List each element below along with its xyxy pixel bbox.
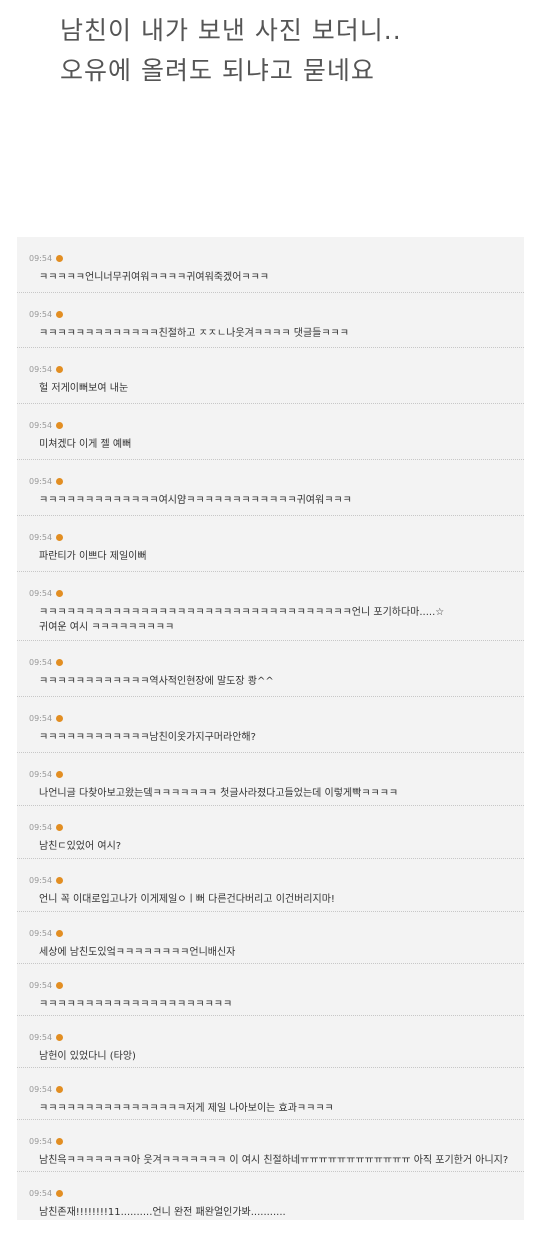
- comment-badge-icon: [56, 770, 64, 778]
- comment-badge-icon: [56, 981, 64, 989]
- comment-text: 남친윽ㅋㅋㅋㅋㅋㅋㅋ아 웃겨ㅋㅋㅋㅋㅋㅋㅋ 이 여시 친절하네ㅠㅠㅠㅠㅠㅠㅠㅠㅠ…: [39, 1155, 509, 1166]
- comment-text: 나언니글 다찾아보고왔는뎈ㅋㅋㅋㅋㅋㅋㅋ 첫글사라졌다고들었는데 이렇게빡ㅋㅋㅋ…: [39, 788, 399, 799]
- comment-timestamp: 09:54: [29, 822, 53, 832]
- comment-meta: 09:54: [29, 419, 64, 431]
- comment-item: 09:54 언니 꼭 이대로입고나가 이게제일ㅇㅣ뻐 다른건다버리고 이건버리지마…: [17, 859, 524, 912]
- post-title-line-2: 오유에 올려도 되냐고 묻네요: [60, 56, 375, 85]
- comment-timestamp: 09:54: [29, 1084, 53, 1094]
- comment-text: 남친ㄷ있었어 여시?: [39, 841, 122, 852]
- comment-item: 09:54 남헌이 있었다니 (타앙): [17, 1016, 524, 1068]
- comment-timestamp: 09:54: [29, 980, 53, 990]
- comment-timestamp: 09:54: [29, 928, 53, 938]
- post-title-line-1: 남친이 내가 보낸 사진 보더니..: [60, 16, 402, 45]
- comment-meta: 09:54: [29, 927, 64, 939]
- comment-item: 09:54 나언니글 다찾아보고왔는뎈ㅋㅋㅋㅋㅋㅋㅋ 첫글사라졌다고들었는데 이렇…: [17, 753, 524, 806]
- comment-timestamp: 09:54: [29, 253, 53, 263]
- comment-meta: 09:54: [29, 1083, 64, 1095]
- comment-badge-icon: [56, 533, 64, 541]
- comment-text: ㅋㅋㅋㅋㅋㅋㅋㅋㅋㅋㅋㅋ남친이옷가지구머라안해?: [39, 732, 256, 743]
- comment-badge-icon: [56, 714, 64, 722]
- comment-text: ㅋㅋㅋㅋㅋㅋㅋㅋㅋㅋㅋㅋ역사적인현장에 말도장 쾅^^: [39, 676, 274, 687]
- comment-meta: 09:54: [29, 1135, 64, 1147]
- comment-text: 언니 꼭 이대로입고나가 이게제일ㅇㅣ뻐 다른건다버리고 이건버리지마!: [39, 894, 335, 905]
- comment-badge-icon: [56, 254, 64, 262]
- comment-item: 09:54 ㅋㅋㅋㅋㅋㅋㅋㅋㅋㅋㅋㅋㅋㅋㅋㅋㅋㅋㅋㅋㅋㅋㅋㅋㅋㅋㅋㅋㅋㅋㅋㅋㅋㅋ언…: [17, 572, 524, 641]
- comment-list: 09:54 ㅋㅋㅋㅋㅋ언니너무귀여워ㅋㅋㅋㅋ귀여워죽겠어ㅋㅋㅋ 09:54 ㅋㅋㅋㅋㅋ…: [17, 237, 524, 1220]
- comment-text: 남친존재!!!!!!!!11..........언니 완전 패완얼인가봐....…: [39, 1207, 286, 1218]
- comment-item: 09:54 ㅋㅋㅋㅋㅋㅋㅋㅋㅋㅋㅋㅋㅋㅋㅋㅋㅋㅋㅋㅋㅋ: [17, 964, 524, 1016]
- comment-item: 09:54 ㅋㅋㅋㅋㅋㅋㅋㅋㅋㅋㅋㅋ역사적인현장에 말도장 쾅^^: [17, 641, 524, 697]
- comment-badge-icon: [56, 1137, 64, 1145]
- comment-timestamp: 09:54: [29, 532, 53, 542]
- comment-timestamp: 09:54: [29, 420, 53, 430]
- comment-item: 09:54 파란티가 이쁘다 제일이뻐: [17, 516, 524, 572]
- comment-text: ㅋㅋㅋㅋㅋㅋㅋㅋㅋㅋㅋㅋㅋㅋㅋㅋㅋㅋㅋㅋㅋ: [39, 999, 233, 1010]
- comment-meta: 09:54: [29, 1187, 64, 1199]
- comment-badge-icon: [56, 1085, 64, 1093]
- comment-meta: 09:54: [29, 768, 64, 780]
- comment-text: ㅋㅋㅋㅋㅋㅋㅋㅋㅋㅋㅋㅋㅋㅋㅋㅋㅋㅋㅋㅋㅋㅋㅋㅋㅋㅋㅋㅋㅋㅋㅋㅋㅋㅋ언니 포기하…: [39, 607, 445, 633]
- comment-meta: 09:54: [29, 475, 64, 487]
- comment-item: 09:54 ㅋㅋㅋㅋㅋㅋㅋㅋㅋㅋㅋㅋ남친이옷가지구머라안해?: [17, 697, 524, 753]
- comment-item: 09:54 미쳐겠다 이게 젤 예뻐: [17, 404, 524, 460]
- comment-meta: 09:54: [29, 874, 64, 886]
- comment-item: 09:54 남친ㄷ있었어 여시?: [17, 806, 524, 859]
- comment-timestamp: 09:54: [29, 875, 53, 885]
- comment-text: 파란티가 이쁘다 제일이뻐: [39, 551, 147, 562]
- comment-text: ㅋㅋㅋㅋㅋ언니너무귀여워ㅋㅋㅋㅋ귀여워죽겠어ㅋㅋㅋ: [39, 272, 269, 283]
- comment-meta: 09:54: [29, 363, 64, 375]
- comment-item: 09:54 세상에 남친도있엌ㅋㅋㅋㅋㅋㅋㅋㅋ언니배신자: [17, 912, 524, 964]
- comment-meta: 09:54: [29, 587, 64, 599]
- comment-badge-icon: [56, 1033, 64, 1041]
- comment-item: 09:54 헐 저게이뻐보여 내눈: [17, 348, 524, 404]
- comment-badge-icon: [56, 876, 64, 884]
- comment-meta: 09:54: [29, 656, 64, 668]
- comment-meta: 09:54: [29, 531, 64, 543]
- comment-timestamp: 09:54: [29, 1032, 53, 1042]
- comment-meta: 09:54: [29, 308, 64, 320]
- comment-meta: 09:54: [29, 712, 64, 724]
- comment-timestamp: 09:54: [29, 476, 53, 486]
- post-header: 남친이 내가 보낸 사진 보더니.. 오유에 올려도 되냐고 묻네요: [0, 0, 540, 200]
- comment-timestamp: 09:54: [29, 364, 53, 374]
- comment-badge-icon: [56, 477, 64, 485]
- comment-text: 남헌이 있었다니 (타앙): [39, 1051, 136, 1062]
- comment-meta: 09:54: [29, 252, 64, 264]
- comment-meta: 09:54: [29, 821, 64, 833]
- comment-timestamp: 09:54: [29, 309, 53, 319]
- comment-item: 09:54 ㅋㅋㅋㅋㅋㅋㅋㅋㅋㅋㅋㅋㅋ여시얌ㅋㅋㅋㅋㅋㅋㅋㅋㅋㅋㅋㅋ귀여워ㅋㅋㅋ: [17, 460, 524, 516]
- comment-timestamp: 09:54: [29, 1136, 53, 1146]
- comment-text: 세상에 남친도있엌ㅋㅋㅋㅋㅋㅋㅋㅋ언니배신자: [39, 947, 236, 958]
- comment-text: 미쳐겠다 이게 젤 예뻐: [39, 439, 132, 450]
- comment-meta: 09:54: [29, 979, 64, 991]
- comment-timestamp: 09:54: [29, 769, 53, 779]
- comment-meta: 09:54: [29, 1031, 64, 1043]
- comment-text: 헐 저게이뻐보여 내눈: [39, 383, 129, 394]
- comment-badge-icon: [56, 929, 64, 937]
- comment-badge-icon: [56, 589, 64, 597]
- comment-text: ㅋㅋㅋㅋㅋㅋㅋㅋㅋㅋㅋㅋㅋㅋㅋㅋ저게 제일 나아보이는 효과ㅋㅋㅋㅋ: [39, 1103, 334, 1114]
- comment-badge-icon: [56, 1189, 64, 1197]
- comment-timestamp: 09:54: [29, 588, 53, 598]
- comment-badge-icon: [56, 823, 64, 831]
- comment-item: 09:54 ㅋㅋㅋㅋㅋㅋㅋㅋㅋㅋㅋㅋㅋㅋㅋㅋ저게 제일 나아보이는 효과ㅋㅋㅋㅋ: [17, 1068, 524, 1120]
- comment-badge-icon: [56, 658, 64, 666]
- comment-badge-icon: [56, 365, 64, 373]
- comment-timestamp: 09:54: [29, 657, 53, 667]
- comment-badge-icon: [56, 421, 64, 429]
- comment-timestamp: 09:54: [29, 1188, 53, 1198]
- comment-item: 09:54 남친존재!!!!!!!!11..........언니 완전 패완얼인가…: [17, 1172, 524, 1220]
- comment-text: ㅋㅋㅋㅋㅋㅋㅋㅋㅋㅋㅋㅋㅋ여시얌ㅋㅋㅋㅋㅋㅋㅋㅋㅋㅋㅋㅋ귀여워ㅋㅋㅋ: [39, 495, 352, 506]
- comment-timestamp: 09:54: [29, 713, 53, 723]
- comment-text: ㅋㅋㅋㅋㅋㅋㅋㅋㅋㅋㅋㅋㅋ친절하고 ㅈㅈㄴ나웃겨ㅋㅋㅋㅋ 댓글들ㅋㅋㅋ: [39, 328, 349, 339]
- comment-item: 09:54 남친윽ㅋㅋㅋㅋㅋㅋㅋ아 웃겨ㅋㅋㅋㅋㅋㅋㅋ 이 여시 친절하네ㅠㅠㅠㅠ…: [17, 1120, 524, 1172]
- comment-item: 09:54 ㅋㅋㅋㅋㅋ언니너무귀여워ㅋㅋㅋㅋ귀여워죽겠어ㅋㅋㅋ: [17, 237, 524, 293]
- comment-badge-icon: [56, 310, 64, 318]
- comment-item: 09:54 ㅋㅋㅋㅋㅋㅋㅋㅋㅋㅋㅋㅋㅋ친절하고 ㅈㅈㄴ나웃겨ㅋㅋㅋㅋ 댓글들ㅋㅋㅋ: [17, 293, 524, 348]
